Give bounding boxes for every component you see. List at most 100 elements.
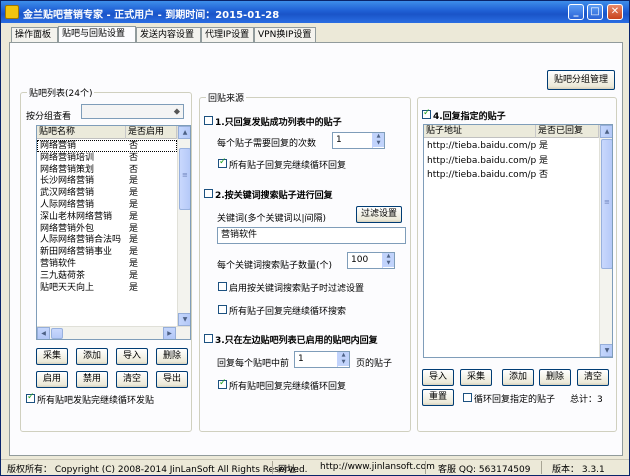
tieba-name-cell: 贴吧天天向上: [40, 282, 95, 293]
delete-post-button[interactable]: 删除: [539, 369, 571, 386]
scroll-right-icon[interactable]: ▶: [163, 327, 176, 339]
group-filter-label: 按分组查看: [26, 112, 72, 122]
app-logo-icon: [5, 5, 19, 19]
minimize-button[interactable]: _: [568, 4, 584, 20]
scroll-left-icon[interactable]: ◀: [37, 327, 50, 339]
maximize-button[interactable]: □: [587, 4, 603, 20]
tieba-row[interactable]: 网络营销 否: [37, 140, 177, 152]
tieba-row[interactable]: 网络营销外包 是: [37, 223, 177, 235]
title-bar[interactable]: 金兰贴吧营销专家 - 正式用户 - 到期时间：2015-01-28 _ □ ✕: [1, 1, 629, 23]
col-tieba-name[interactable]: 贴吧名称: [37, 126, 126, 139]
group-filter-select[interactable]: ⬥: [81, 104, 184, 119]
filter-settings-button[interactable]: 过滤设置: [356, 206, 402, 223]
spin-up-icon[interactable]: ▲: [383, 253, 394, 260]
reply-source-group: 回贴来源 1.只回复发贴成功列表中的贴子 每个贴子需要回复的次数 1 ▲ ▼ 所…: [199, 91, 411, 432]
post-url-list[interactable]: 贴子地址 是否已回复 http://tieba.baidu.com/p/31!是…: [423, 124, 613, 358]
spin-down-icon[interactable]: ▼: [373, 140, 384, 147]
clear-posts-button[interactable]: 清空: [577, 369, 609, 386]
tieba-row[interactable]: 新田网络营销事业 是: [37, 246, 177, 258]
tieba-list-hscroll[interactable]: ◀ ▶: [37, 326, 190, 339]
opt3-spinner[interactable]: ▲ ▼: [337, 352, 349, 367]
tieba-list-vscroll[interactable]: ▲ ≡ ▼: [177, 126, 190, 326]
status-website-link[interactable]: http://www.jinlansoft.com: [320, 462, 435, 472]
tab-control-panel[interactable]: 操作面板: [11, 27, 58, 42]
opt2-spinner[interactable]: ▲ ▼: [382, 253, 394, 268]
post-url-cell: http://tieba.baidu.com/p/31!: [427, 141, 536, 151]
tieba-row[interactable]: 深山老林网络营销 是: [37, 211, 177, 223]
import-tieba-button[interactable]: 导入: [116, 348, 148, 365]
close-button[interactable]: ✕: [607, 4, 623, 20]
tieba-row[interactable]: 贴吧天天向上 是: [37, 282, 177, 294]
opt1-count-input[interactable]: 1 ▲ ▼: [332, 132, 385, 149]
enable-tieba-button[interactable]: 启用: [36, 371, 68, 388]
opt3-checkbox[interactable]: [204, 334, 213, 343]
opt4-checkbox[interactable]: [422, 108, 431, 119]
collect-posts-button[interactable]: 采集: [460, 369, 492, 386]
post-url-cell: http://tieba.baidu.com/p/31!: [427, 155, 536, 166]
hscroll-thumb[interactable]: [51, 328, 63, 339]
clear-tieba-button[interactable]: 清空: [116, 371, 148, 388]
loop-post-checkbox[interactable]: [26, 392, 35, 403]
tieba-row[interactable]: 营销软件 是: [37, 258, 177, 270]
opt1-loop-checkbox[interactable]: [218, 157, 227, 168]
tab-content-settings[interactable]: 发送内容设置: [136, 27, 201, 42]
tieba-enabled-cell: 否: [129, 164, 139, 175]
tieba-row[interactable]: 三九菇荷茶 是: [37, 270, 177, 282]
add-post-button[interactable]: 添加: [502, 369, 534, 386]
tab-tieba-reply-settings[interactable]: 贴吧与回贴设置: [58, 26, 136, 43]
tieba-row[interactable]: 武汉网络营销 是: [37, 187, 177, 199]
opt3-page-input[interactable]: 1 ▲ ▼: [294, 351, 350, 368]
opt2-loop-label: 所有贴子回复完继续循环搜索: [229, 307, 347, 317]
tieba-name-cell: 新田网络营销事业: [40, 247, 113, 258]
disable-tieba-button[interactable]: 禁用: [76, 371, 108, 388]
scroll-thumb[interactable]: ≡: [601, 139, 612, 269]
loop-posts-checkbox[interactable]: [463, 393, 472, 402]
col-replied[interactable]: 是否已回复: [536, 125, 599, 138]
opt1-checkbox[interactable]: [204, 116, 213, 125]
tab-proxy-settings[interactable]: 代理IP设置: [201, 27, 254, 42]
scroll-thumb[interactable]: ≡: [179, 148, 190, 210]
spin-up-icon[interactable]: ▲: [373, 133, 384, 140]
export-tieba-button[interactable]: 导出: [156, 371, 188, 388]
opt2-search-count-input[interactable]: 100 ▲ ▼: [347, 252, 395, 269]
tieba-row[interactable]: 人际网络营销 是: [37, 199, 177, 211]
posts-total: 总计：3: [570, 395, 603, 405]
opt2-checkbox[interactable]: [204, 189, 213, 198]
spin-down-icon[interactable]: ▼: [383, 260, 394, 267]
opt2-loop-checkbox[interactable]: [218, 305, 227, 314]
tieba-row[interactable]: 网络营销策划 否: [37, 164, 177, 176]
col-enabled[interactable]: 是否启用: [126, 126, 177, 139]
tieba-row[interactable]: 网络营销培训 否: [37, 152, 177, 164]
tieba-list[interactable]: 贴吧名称 是否启用 网络营销否网络营销培训否网络营销策划否长沙网络营销是武汉网络…: [36, 125, 191, 340]
post-row[interactable]: http://tieba.baidu.com/p/31!是: [424, 155, 599, 167]
opt2-enable-filter-checkbox[interactable]: [218, 282, 227, 291]
post-row[interactable]: http://tieba.baidu.com/p/24;否: [424, 169, 599, 181]
tieba-enabled-cell: 否: [129, 152, 139, 163]
scroll-down-icon[interactable]: ▼: [178, 313, 190, 326]
reset-posts-button[interactable]: 重置: [422, 389, 454, 406]
opt3-page-value: 1: [298, 354, 304, 364]
opt2-keyword-input[interactable]: 营销软件: [217, 227, 406, 244]
opt3-page-prefix: 回复每个贴吧中前: [217, 359, 290, 369]
add-tieba-button[interactable]: 添加: [76, 348, 108, 365]
manage-groups-button[interactable]: 贴吧分组管理: [547, 70, 615, 90]
opt1-spinner[interactable]: ▲ ▼: [372, 133, 384, 148]
post-row[interactable]: http://tieba.baidu.com/p/31!是: [424, 140, 599, 152]
spin-up-icon[interactable]: ▲: [338, 352, 349, 359]
tieba-enabled-cell: 是: [129, 247, 139, 258]
post-list-vscroll[interactable]: ▲ ≡ ▼: [599, 125, 612, 357]
collect-tieba-button[interactable]: 采集: [36, 348, 68, 365]
tab-vpn-settings[interactable]: VPN换IP设置: [254, 27, 316, 42]
opt3-loop-checkbox[interactable]: [218, 378, 227, 389]
opt2-search-count-value: 100: [351, 255, 369, 265]
spin-down-icon[interactable]: ▼: [338, 359, 349, 366]
tieba-enabled-cell: 是: [129, 223, 139, 234]
tieba-row[interactable]: 人际网络营销合法吗是: [37, 234, 177, 246]
tieba-row[interactable]: 长沙网络营销 是: [37, 175, 177, 187]
scroll-up-icon[interactable]: ▲: [600, 125, 612, 138]
scroll-down-icon[interactable]: ▼: [600, 344, 612, 357]
scroll-up-icon[interactable]: ▲: [178, 126, 190, 139]
col-post-url[interactable]: 贴子地址: [424, 125, 536, 138]
import-posts-button[interactable]: 导入: [422, 369, 454, 386]
delete-tieba-button[interactable]: 删除: [156, 348, 188, 365]
